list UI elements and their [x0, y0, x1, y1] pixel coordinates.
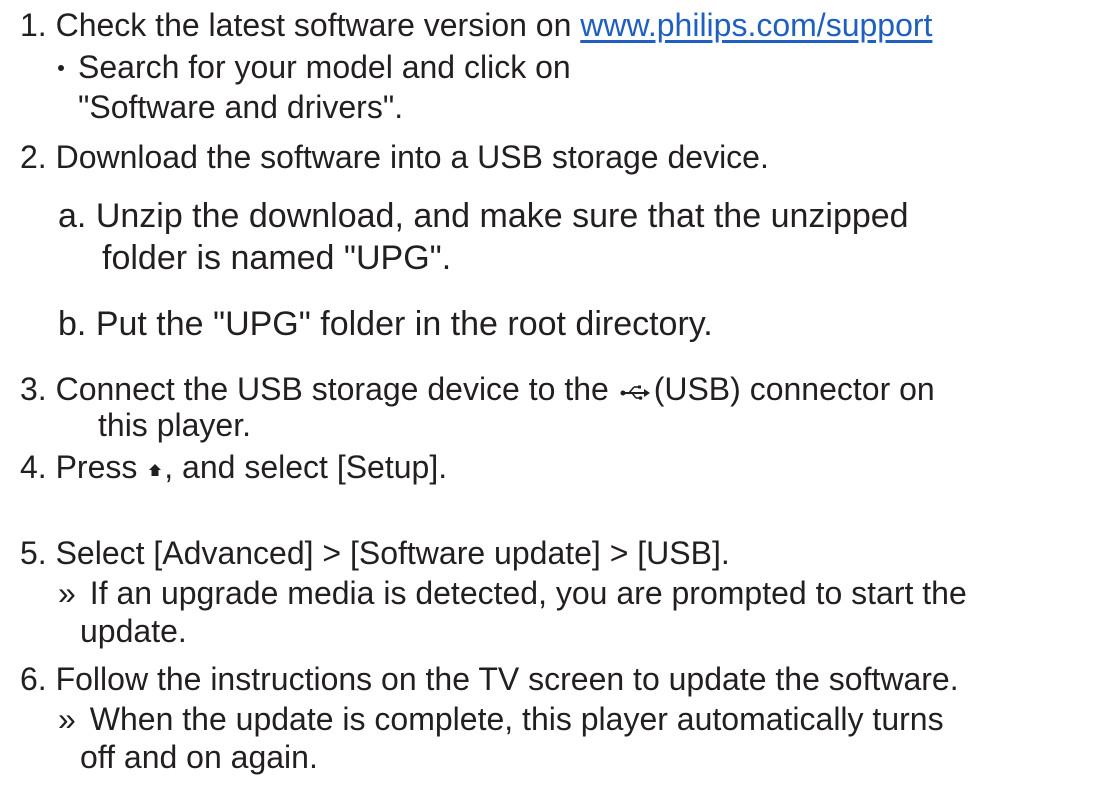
step-1-number: 1.: [20, 7, 47, 43]
step-1-text: Check the latest software version on: [55, 7, 572, 43]
step-2a-line-2: folder is named "UPG".: [102, 239, 452, 277]
step-2b-label: b.: [58, 305, 87, 343]
bullet-dot-icon: [58, 64, 64, 71]
step-1-bullet-line-2: "Software and drivers".: [78, 89, 404, 125]
step-2-text: Download the software into a USB storage…: [55, 139, 769, 175]
step-5: 5. Select [Advanced] > [Software update]…: [20, 534, 730, 572]
step-5-text: Select [Advanced] > [Software update] > …: [55, 535, 730, 571]
step-6-number: 6.: [20, 661, 47, 697]
step-6-result-line-1: When the update is complete, this player…: [89, 701, 944, 737]
step-1: 1. Check the latest software version on …: [20, 6, 932, 44]
step-5-result: » If an upgrade media is detected, you ar…: [58, 574, 967, 612]
step-6-text: Follow the instructions on the TV screen…: [55, 661, 959, 697]
step-3: 3. Connect the USB storage device to the…: [20, 370, 935, 411]
step-4-text-before: Press: [55, 449, 138, 485]
result-arrow-icon: »: [58, 701, 76, 737]
step-3-cont: this player.: [98, 406, 251, 444]
usb-icon: [620, 371, 650, 409]
step-6-result-cont: off and on again.: [80, 738, 318, 776]
step-5-result-line-2: update.: [80, 613, 187, 649]
step-2a-label: a.: [58, 197, 87, 235]
step-4-number: 4.: [20, 449, 47, 485]
step-3-line-2: this player.: [98, 407, 251, 443]
step-5-result-line-1: If an upgrade media is detected, you are…: [89, 575, 967, 611]
step-1-bullet-cont: "Software and drivers".: [78, 88, 403, 126]
result-arrow-icon: »: [58, 575, 76, 611]
step-2b: b. Put the "UPG" folder in the root dire…: [58, 304, 713, 344]
step-4: 4. Press , and select [Setup].: [20, 448, 447, 489]
step-2b-text: Put the "UPG" folder in the root directo…: [95, 305, 713, 343]
step-3-number: 3.: [20, 371, 47, 407]
step-6: 6. Follow the instructions on the TV scr…: [20, 660, 959, 698]
step-1-bullet-line-1: Search for your model and click on: [78, 49, 571, 85]
step-4-text-after: , and select [Setup].: [164, 449, 448, 485]
step-6-result: » When the update is complete, this playe…: [58, 700, 944, 738]
philips-support-link[interactable]: www.philips.com/support: [580, 7, 932, 43]
step-5-result-cont: update.: [80, 612, 187, 650]
step-2: 2. Download the software into a USB stor…: [20, 138, 769, 176]
step-2-number: 2.: [20, 139, 47, 175]
home-icon: [148, 447, 162, 485]
step-5-number: 5.: [20, 535, 47, 571]
step-1-bullet: Search for your model and click on: [58, 48, 571, 86]
step-6-result-line-2: off and on again.: [80, 739, 318, 775]
step-3-text-before: Connect the USB storage device to the: [55, 371, 609, 407]
step-2a-line-1: Unzip the download, and make sure that t…: [95, 197, 909, 235]
step-3-text-after: (USB) connector on: [653, 371, 935, 407]
step-2a: a. Unzip the download, and make sure tha…: [58, 196, 909, 236]
step-2a-cont: folder is named "UPG".: [102, 238, 451, 278]
